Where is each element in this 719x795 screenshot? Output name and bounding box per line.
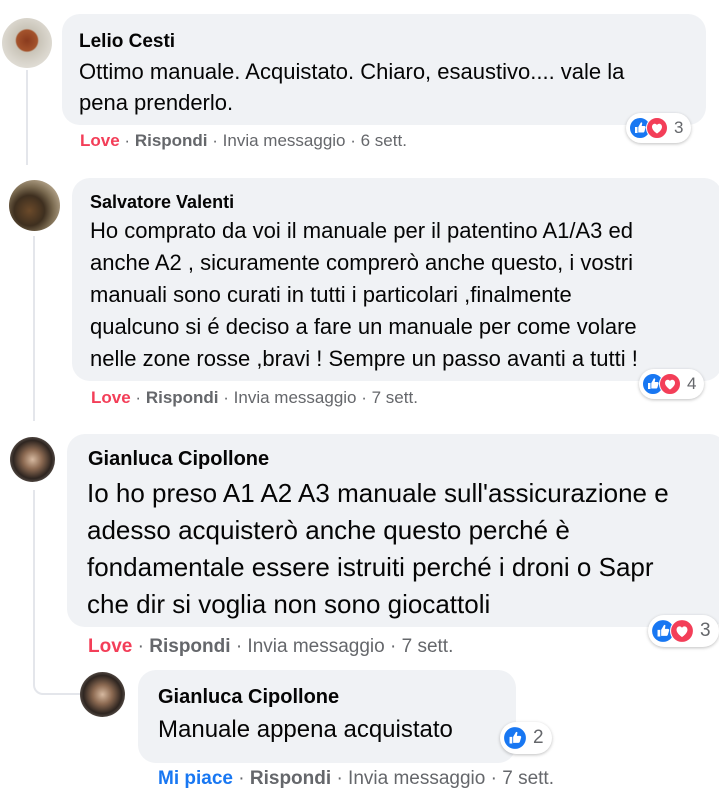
reply-author[interactable]: Gianluca Cipollone [158,686,339,709]
separator: · [235,636,248,657]
timestamp[interactable]: 7 sett. [502,768,554,789]
send-message-link[interactable]: Invia messaggio [223,131,346,150]
avatar[interactable] [10,437,55,482]
love-icon [646,117,668,139]
reaction-summary[interactable]: 3 [626,113,692,143]
comment-author[interactable]: Lelio Cesti [79,31,175,53]
reply-actions: Mi piace · Rispondi · Invia messaggio · … [158,768,554,790]
send-message-link[interactable]: Invia messaggio [247,636,384,657]
reply-text: Manuale appena acquistato [158,716,453,743]
like-icon [503,726,527,750]
separator: · [361,388,372,407]
thread-line [26,70,28,165]
comment-text: Ottimo manuale. Acquistato. Chiaro, esau… [79,59,625,115]
love-icon [670,619,694,643]
separator: · [124,131,135,150]
timestamp[interactable]: 7 sett. [372,388,418,407]
timestamp[interactable]: 6 sett. [361,131,407,150]
comment-text: Io ho preso A1 A2 A3 manuale sull'assicu… [87,478,669,619]
reaction-summary[interactable]: 3 [648,615,719,647]
comment-actions: Love · Rispondi · Invia messaggio · 6 se… [80,131,407,151]
like-link[interactable]: Mi piace [158,768,233,789]
reaction-summary[interactable]: 4 [639,369,705,399]
love-reaction-link[interactable]: Love [88,636,132,657]
comment-text: Ho comprato da voi il manuale per il pat… [90,218,638,371]
timestamp[interactable]: 7 sett. [402,636,454,657]
avatar[interactable] [9,180,60,231]
reply-link[interactable]: Rispondi [146,388,219,407]
reply-link[interactable]: Rispondi [149,636,230,657]
comment-actions: Love · Rispondi · Invia messaggio · 7 se… [88,636,453,658]
reaction-count: 3 [700,620,711,641]
separator: · [350,131,361,150]
love-reaction-link[interactable]: Love [91,388,131,407]
love-reaction-link[interactable]: Love [80,131,120,150]
avatar[interactable] [2,18,52,68]
thread-line [33,236,35,421]
comment-author[interactable]: Gianluca Cipollone [88,448,269,471]
separator: · [135,388,146,407]
love-icon [659,373,681,395]
reaction-count: 3 [674,118,684,137]
separator: · [223,388,234,407]
comment-actions: Love · Rispondi · Invia messaggio · 7 se… [91,388,418,408]
reply-thread-connector [33,660,81,695]
comment-author[interactable]: Salvatore Valenti [90,192,234,213]
thread-line [33,490,35,675]
separator: · [390,636,402,657]
separator: · [238,768,250,789]
separator: · [336,768,349,789]
separator: · [212,131,223,150]
reaction-summary[interactable]: 2 [500,722,552,754]
avatar[interactable] [80,672,125,717]
reaction-count: 4 [687,374,697,393]
reaction-count: 2 [533,727,544,748]
separator: · [490,768,503,789]
send-message-link[interactable]: Invia messaggio [348,768,485,789]
reply-link[interactable]: Rispondi [250,768,331,789]
reply-link[interactable]: Rispondi [135,131,208,150]
separator: · [137,636,150,657]
send-message-link[interactable]: Invia messaggio [234,388,357,407]
